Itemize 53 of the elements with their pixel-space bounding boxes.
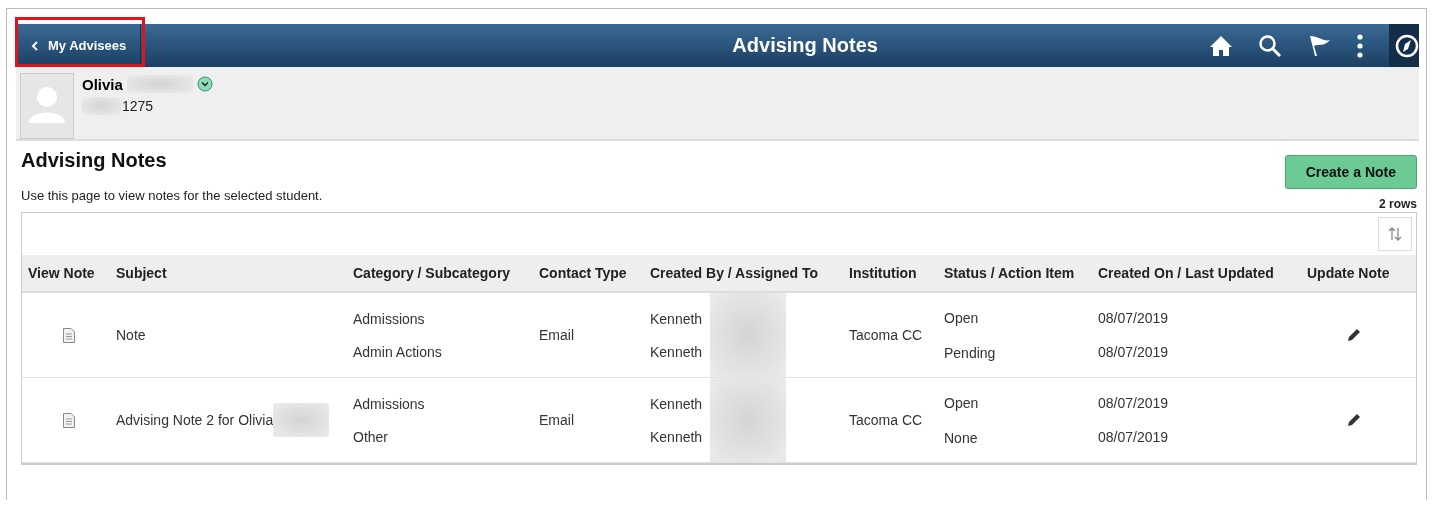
redaction — [82, 97, 122, 115]
student-id: 1275 — [122, 98, 154, 114]
table-cell: Email — [539, 412, 574, 428]
table-cell: Pending — [944, 344, 996, 361]
column-header: Institution — [848, 265, 918, 281]
column-header: Update Note — [1306, 265, 1391, 281]
table-cell: 08/07/2019 — [1098, 310, 1169, 326]
column-header: View Note — [27, 265, 96, 281]
column-header: Contact Type — [538, 265, 628, 281]
table-cell: Other — [353, 428, 388, 445]
table-cell: Tacoma CC — [849, 412, 923, 428]
table-cell: 08/07/2019 — [1098, 344, 1169, 360]
column-header: Status / Action Item — [943, 265, 1076, 281]
row-count: 2 rows — [1379, 197, 1417, 211]
flag-icon[interactable] — [1307, 33, 1331, 58]
student-name: Olivia — [82, 75, 123, 93]
page-title: Advising Notes — [731, 34, 879, 57]
column-header: Created By / Assigned To — [649, 265, 820, 281]
table-cell: Kenneth — [650, 310, 703, 327]
section-heading: Advising Notes — [21, 149, 168, 172]
document-icon[interactable] — [63, 412, 75, 428]
table-cell: 08/07/2019 — [1098, 395, 1169, 411]
table-cell: Open — [944, 309, 979, 326]
table-cell: 08/07/2019 — [1098, 429, 1169, 445]
table-cell: Kenneth — [650, 428, 703, 445]
column-header: Category / Subcategory — [352, 265, 512, 281]
create-note-button[interactable]: Create a Note — [1284, 155, 1417, 189]
column-header: Subject — [115, 265, 168, 281]
description-text: Use this page to view notes for the selected student. — [21, 188, 323, 203]
chevron-down-icon[interactable] — [196, 76, 213, 92]
table-cell: Admissions — [353, 395, 425, 412]
table-cell: Note — [116, 327, 146, 343]
compass-icon[interactable] — [1395, 33, 1419, 58]
table-cell: Open — [944, 394, 979, 411]
table-cell: None — [944, 429, 978, 446]
sort-icon — [1387, 226, 1403, 242]
table-cell: Admissions — [353, 310, 425, 327]
column-header: Created On / Last Updated — [1097, 265, 1275, 281]
pencil-icon[interactable] — [1346, 327, 1362, 343]
redaction — [273, 403, 330, 437]
table-cell: Admin Actions — [353, 343, 442, 360]
table-cell: Kenneth — [650, 395, 703, 412]
more-icon[interactable] — [1356, 33, 1364, 58]
table-cell: Tacoma CC — [849, 327, 923, 343]
search-icon[interactable] — [1258, 33, 1282, 58]
table-cell: Advising Note 2 for Olivia — [116, 412, 274, 428]
table-cell: Email — [539, 327, 574, 343]
table-cell: Kenneth — [650, 343, 703, 360]
redaction — [126, 75, 193, 93]
pencil-icon[interactable] — [1346, 412, 1362, 428]
document-icon[interactable] — [63, 327, 75, 343]
home-icon[interactable] — [1209, 34, 1233, 57]
chevron-left-icon — [30, 40, 40, 51]
